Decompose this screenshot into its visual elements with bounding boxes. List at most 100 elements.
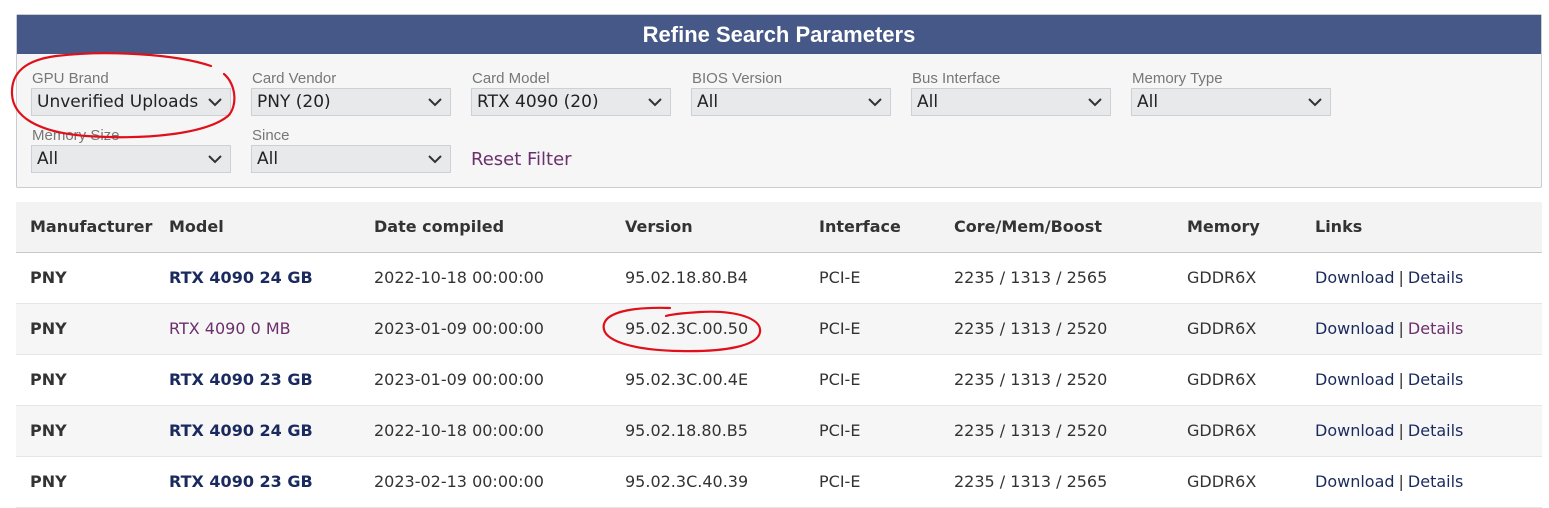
memory-cell: GDDR6X: [1187, 370, 1257, 389]
column-header[interactable]: Core/Mem/Boost: [940, 202, 1173, 252]
download-link[interactable]: Download: [1315, 268, 1395, 287]
manufacturer-cell: PNY: [30, 268, 67, 287]
table-header-row: Manufacturer Model Date compiled Version…: [16, 202, 1542, 252]
link-separator: |: [1398, 319, 1404, 338]
column-header[interactable]: Date compiled: [360, 202, 611, 252]
date-cell: 2022-10-18 00:00:00: [374, 268, 544, 287]
clocks-cell: 2235 / 1313 / 2520: [954, 421, 1108, 440]
chevron-down-icon: [868, 98, 882, 107]
clocks-cell: 2235 / 1313 / 2565: [954, 268, 1108, 287]
select-value: All: [257, 149, 279, 169]
links-cell: Download | Details: [1301, 405, 1542, 456]
column-header[interactable]: Manufacturer: [16, 202, 155, 252]
bios-version-select[interactable]: All: [691, 88, 891, 116]
link-separator: |: [1398, 421, 1404, 440]
chevron-down-icon: [428, 98, 442, 107]
table-row: PNY RTX 4090 23 GB 2023-02-13 00:00:00 9…: [16, 456, 1542, 507]
card-model-select[interactable]: RTX 4090 (20): [471, 88, 671, 116]
select-value: All: [37, 149, 59, 169]
filter-bus-interface: Bus Interface All: [911, 70, 1111, 116]
download-link[interactable]: Download: [1315, 319, 1395, 338]
date-cell: 2023-02-13 00:00:00: [374, 472, 544, 491]
filter-label: GPU Brand: [32, 70, 109, 87]
filter-since: Since All: [251, 127, 451, 173]
bios-results-table: Manufacturer Model Date compiled Version…: [16, 202, 1542, 508]
reset-filter-link[interactable]: Reset Filter: [471, 149, 572, 170]
filter-memory-size: Memory Size All: [31, 127, 231, 173]
version-cell: 95.02.18.80.B5: [625, 421, 748, 440]
date-cell: 2023-01-09 00:00:00: [374, 319, 544, 338]
memory-type-select[interactable]: All: [1131, 88, 1331, 116]
model-link[interactable]: RTX 4090 24 GB: [169, 421, 313, 440]
select-value: RTX 4090 (20): [477, 92, 599, 112]
download-link[interactable]: Download: [1315, 370, 1395, 389]
chevron-down-icon: [648, 98, 662, 107]
column-header[interactable]: Model: [155, 202, 360, 252]
manufacturer-cell: PNY: [30, 319, 67, 338]
links-cell: Download | Details: [1301, 303, 1542, 354]
model-link[interactable]: RTX 4090 23 GB: [169, 472, 313, 491]
table-row: PNY RTX 4090 24 GB 2022-10-18 00:00:00 9…: [16, 405, 1542, 456]
interface-cell: PCI-E: [819, 268, 861, 287]
column-header[interactable]: Interface: [805, 202, 940, 252]
table-row: PNY RTX 4090 23 GB 2023-01-09 00:00:00 9…: [16, 354, 1542, 405]
refine-search-panel: Refine Search Parameters GPU Brand Unver…: [16, 14, 1542, 188]
interface-cell: PCI-E: [819, 472, 861, 491]
manufacturer-cell: PNY: [30, 472, 67, 491]
download-link[interactable]: Download: [1315, 421, 1395, 440]
filter-label: Memory Size: [32, 127, 120, 144]
date-cell: 2023-01-09 00:00:00: [374, 370, 544, 389]
manufacturer-cell: PNY: [30, 370, 67, 389]
manufacturer-cell: PNY: [30, 421, 67, 440]
download-link[interactable]: Download: [1315, 472, 1395, 491]
card-vendor-select[interactable]: PNY (20): [251, 88, 451, 116]
memory-size-select[interactable]: All: [31, 145, 231, 173]
version-cell: 95.02.3C.40.39: [625, 472, 749, 491]
link-separator: |: [1398, 472, 1404, 491]
memory-cell: GDDR6X: [1187, 268, 1257, 287]
model-link[interactable]: RTX 4090 0 MB: [169, 319, 291, 338]
column-header: Links: [1315, 217, 1363, 237]
link-separator: |: [1398, 268, 1404, 287]
select-value: PNY (20): [257, 92, 331, 112]
select-value: All: [1137, 92, 1159, 112]
gpu-brand-select[interactable]: Unverified Uploads: [31, 88, 231, 116]
date-cell: 2022-10-18 00:00:00: [374, 421, 544, 440]
details-link[interactable]: Details: [1408, 268, 1463, 287]
filter-card-vendor: Card Vendor PNY (20): [251, 70, 451, 116]
filter-label: Card Model: [472, 70, 550, 87]
version-cell: 95.02.18.80.B4: [625, 268, 748, 287]
clocks-cell: 2235 / 1313 / 2520: [954, 319, 1108, 338]
filter-label: Card Vendor: [252, 70, 337, 87]
memory-cell: GDDR6X: [1187, 319, 1257, 338]
filter-memory-type: Memory Type All: [1131, 70, 1331, 116]
chevron-down-icon: [208, 155, 222, 164]
version-cell: 95.02.3C.00.4E: [625, 370, 749, 389]
filter-label: Since: [252, 127, 290, 144]
filter-gpu-brand: GPU Brand Unverified Uploads: [31, 70, 231, 116]
link-separator: |: [1398, 370, 1404, 389]
filter-label: BIOS Version: [692, 70, 783, 87]
filter-bios-version: BIOS Version All: [691, 70, 891, 116]
chevron-down-icon: [1088, 98, 1102, 107]
model-link[interactable]: RTX 4090 24 GB: [169, 268, 313, 287]
memory-cell: GDDR6X: [1187, 472, 1257, 491]
chevron-down-icon: [208, 98, 222, 107]
panel-title: Refine Search Parameters: [17, 15, 1541, 54]
links-cell: Download | Details: [1301, 252, 1542, 303]
column-header[interactable]: Memory: [1173, 202, 1301, 252]
filter-label: Bus Interface: [912, 70, 1001, 87]
since-select[interactable]: All: [251, 145, 451, 173]
bus-interface-select[interactable]: All: [911, 88, 1111, 116]
model-link[interactable]: RTX 4090 23 GB: [169, 370, 313, 389]
interface-cell: PCI-E: [819, 421, 861, 440]
table-row: PNY RTX 4090 24 GB 2022-10-18 00:00:00 9…: [16, 252, 1542, 303]
details-link[interactable]: Details: [1408, 472, 1463, 491]
links-cell: Download | Details: [1301, 354, 1542, 405]
details-link[interactable]: Details: [1408, 319, 1463, 338]
interface-cell: PCI-E: [819, 319, 861, 338]
details-link[interactable]: Details: [1408, 370, 1463, 389]
links-cell: Download | Details: [1301, 456, 1542, 507]
details-link[interactable]: Details: [1408, 421, 1463, 440]
column-header[interactable]: Version: [611, 202, 805, 252]
